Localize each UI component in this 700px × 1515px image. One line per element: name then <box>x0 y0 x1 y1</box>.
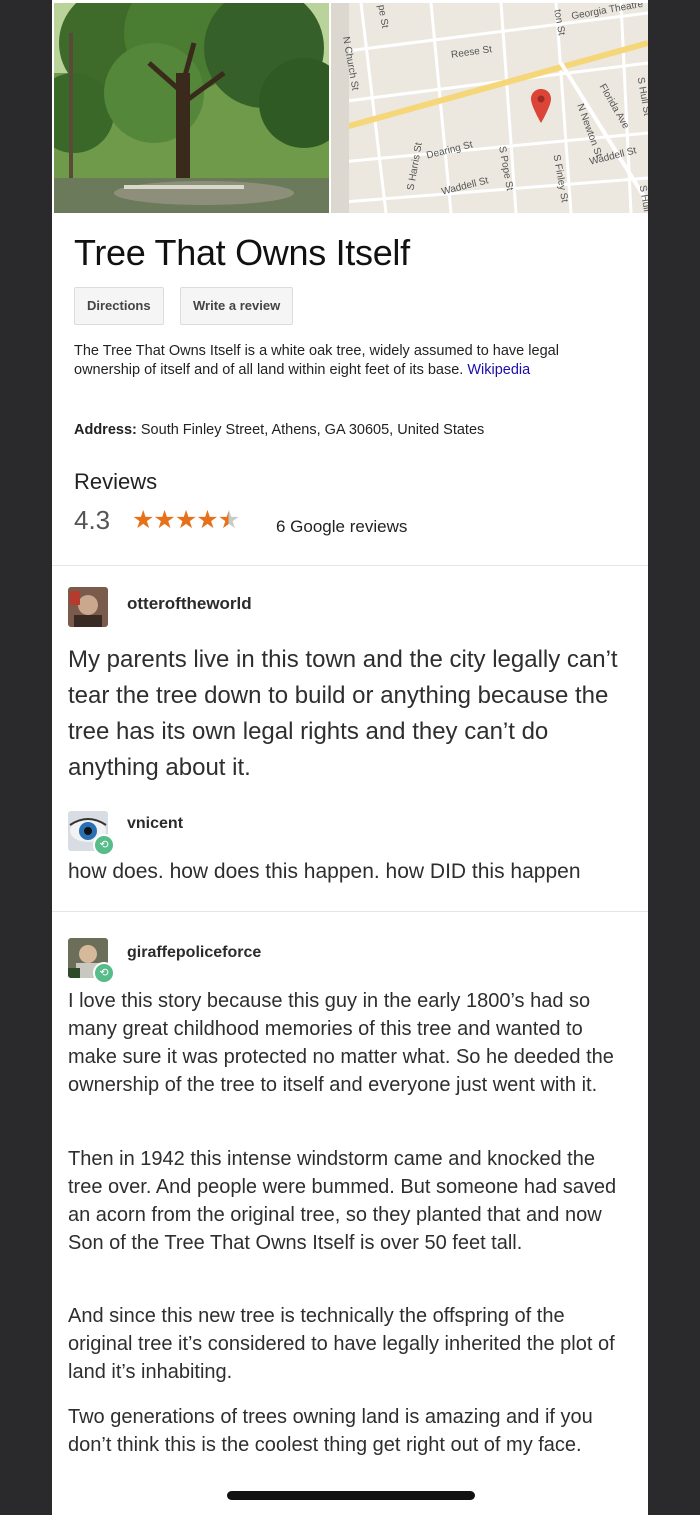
post-paragraph: Then in 1942 this intense windstorm came… <box>68 1148 617 1254</box>
map-pin-icon[interactable] <box>531 89 551 125</box>
reviews-heading: Reviews <box>74 469 158 494</box>
divider <box>52 911 648 912</box>
tree-photo[interactable] <box>54 3 329 213</box>
reblog-icon: ⟲ <box>93 834 115 856</box>
write-review-button[interactable]: Write a review <box>180 287 294 325</box>
directions-button[interactable]: Directions <box>74 287 164 325</box>
google-reviews-link[interactable]: 6 Google reviews <box>276 517 407 537</box>
star-icon: ★ <box>174 506 197 534</box>
place-description: The Tree That Owns Itself is a white oak… <box>74 342 614 380</box>
address-value: South Finley Street, Athens, GA 30605, U… <box>140 422 485 438</box>
post-text: My parents live in this town and the cit… <box>68 646 618 781</box>
star-half-icon: ★ <box>217 506 240 534</box>
address-label: Address: <box>74 422 137 438</box>
divider <box>52 565 648 566</box>
reblog-icon: ⟲ <box>93 962 115 984</box>
rating-value: 4.3 <box>74 505 111 535</box>
avatar[interactable] <box>68 587 108 627</box>
post-username[interactable]: giraffepoliceforce <box>127 944 261 962</box>
star-icon: ★ <box>153 506 175 534</box>
location-map[interactable]: pe St N Church St Reese St Dearing St S … <box>331 3 648 213</box>
post-paragraph: And since this new tree is technically t… <box>68 1305 615 1383</box>
star-icon: ★ <box>132 506 154 534</box>
place-title: Tree That Owns Itself <box>74 232 410 273</box>
post-username[interactable]: otteroftheworld <box>127 594 252 614</box>
rating-stars: ★★★★★ <box>132 505 240 535</box>
wikipedia-link[interactable]: Wikipedia <box>467 362 530 378</box>
star-icon: ★ <box>196 506 218 534</box>
place-address: Address: South Finley Street, Athens, GA… <box>74 422 484 438</box>
home-indicator[interactable] <box>227 1491 475 1500</box>
screenshot-page: pe St N Church St Reese St Dearing St S … <box>52 0 648 1515</box>
post-paragraph: Two generations of trees owning land is … <box>68 1406 593 1456</box>
post-text: how does. how does this happen. how DID … <box>68 860 581 883</box>
post-username[interactable]: vnicent <box>127 815 183 833</box>
post-paragraph: I love this story because this guy in th… <box>68 990 614 1096</box>
